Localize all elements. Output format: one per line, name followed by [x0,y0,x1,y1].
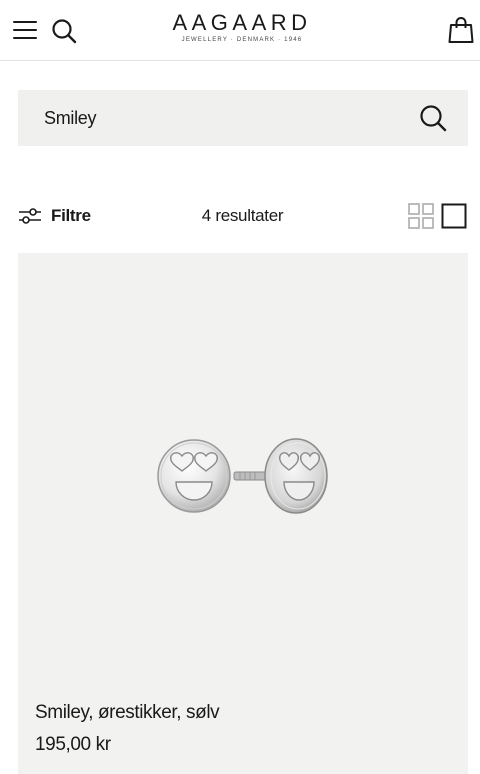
sliders-icon [19,208,41,224]
search-icon[interactable] [50,17,78,45]
filter-label: Filtre [51,206,91,225]
logo-tagline: JEWELLERY · DENMARK · 1946 [181,37,303,43]
smiley-earrings-image [157,438,328,514]
grid-single-icon[interactable] [441,203,467,229]
shopping-bag-icon[interactable] [447,15,475,45]
results-toolbar: Filtre 4 resultater [0,196,480,236]
product-price: 195,00 kr [35,734,111,755]
brand-logo[interactable]: AAGAARD JEWELLERY · DENMARK · 1946 [160,11,324,44]
search-bar [18,90,468,146]
product-name[interactable]: Smiley, ørestikker, sølv [35,702,220,724]
search-submit-icon[interactable] [418,103,448,133]
logo-wordmark: AAGAARD [172,10,312,35]
filter-button[interactable]: Filtre [18,204,91,228]
product-card[interactable]: Smiley, ørestikker, sølv 195,00 kr [18,253,468,774]
hamburger-menu-icon[interactable] [12,19,38,41]
search-input[interactable] [44,104,404,132]
grid-four-icon[interactable] [408,203,434,229]
site-header: AAGAARD JEWELLERY · DENMARK · 1946 [0,0,480,61]
result-count: 4 resultater [201,206,284,225]
